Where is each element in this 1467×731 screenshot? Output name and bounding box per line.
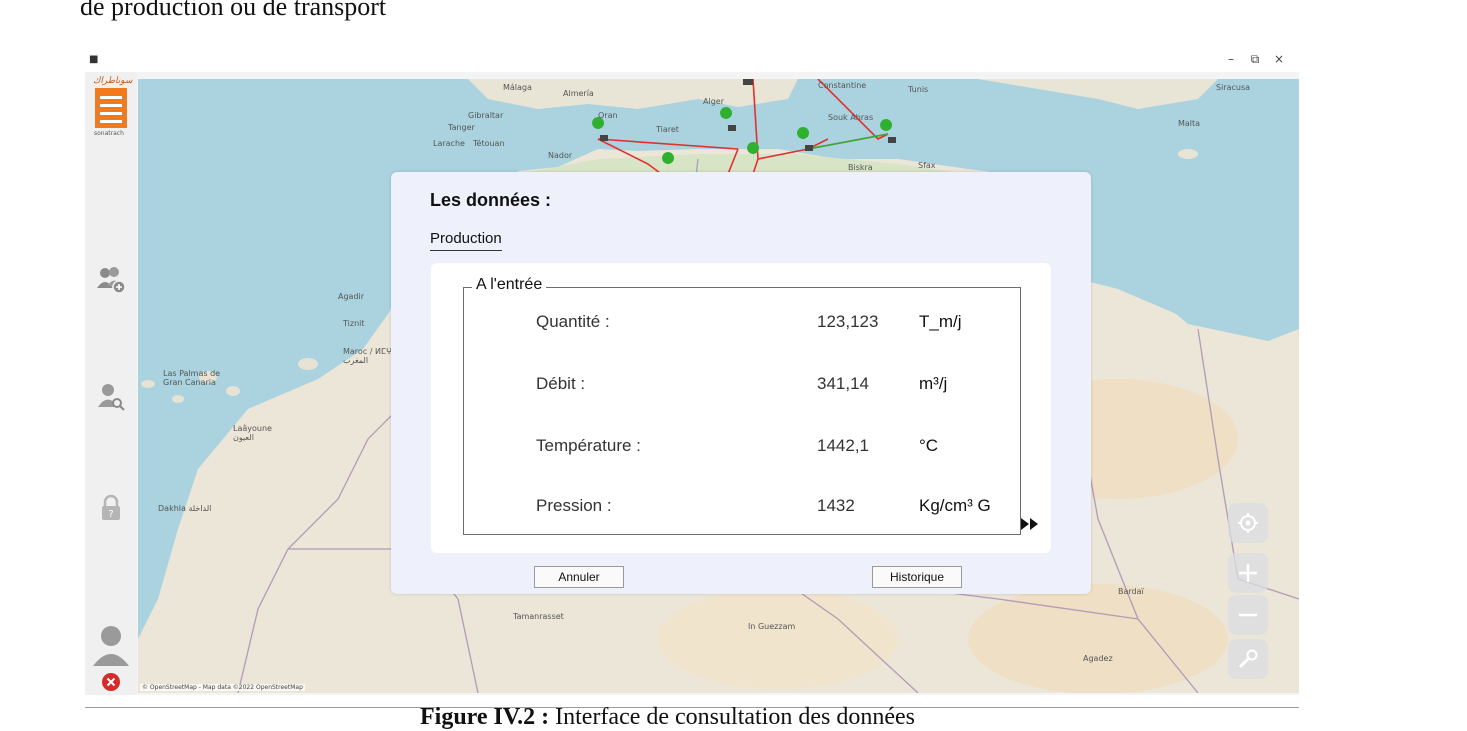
data-panel: A l'entrée Quantité : 123,123 T_m/j Débi… (431, 263, 1051, 553)
map-label: In Guezzam (748, 622, 796, 631)
flow-unit: m³/j (919, 374, 948, 393)
temperature-value: 1442,1 (817, 436, 869, 455)
logo-script: سوناطراك (93, 76, 133, 86)
map-label: Laâyoune العيون (233, 424, 272, 442)
map-label: Tanger (448, 123, 475, 132)
flow-label: Débit : (536, 374, 586, 393)
pressure-value: 1432 (817, 496, 855, 515)
map-label: Agadir (338, 292, 365, 301)
map-label: Larache (433, 139, 465, 148)
locate-icon[interactable] (1228, 503, 1268, 543)
map-label: Tamanrasset (513, 612, 564, 621)
zoom-in-icon[interactable] (1228, 553, 1268, 593)
map-label: Nador (548, 151, 573, 160)
fieldset-legend: A l'entrée (472, 276, 547, 294)
title-bar: ■ – ⧉ × (85, 50, 1299, 72)
map-label: Almería (563, 89, 594, 98)
map-label: Málaga (503, 83, 532, 92)
caption-text: Interface de consultation des données (555, 704, 915, 730)
map-label: Tiaret (656, 125, 679, 134)
user-avatar-icon[interactable] (91, 624, 131, 668)
history-button[interactable]: Historique (872, 566, 962, 588)
map-attribution: © OpenStreetMap - Map data ©2022 OpenStr… (140, 684, 305, 691)
quantity-unit: T_m/j (919, 312, 962, 331)
tab-production[interactable]: Production (430, 230, 502, 251)
map-label: Sfax (918, 161, 936, 170)
data-row-flow: Débit : 341,14 m³/j (464, 374, 1020, 404)
map-label: Souk Ahras (828, 113, 874, 122)
logout-icon[interactable] (101, 672, 121, 692)
lock-icon[interactable]: ? (95, 492, 127, 524)
sonatrach-logo (95, 88, 127, 128)
data-row-temperature: Température : 1442,1 °C (464, 436, 1020, 466)
dialog-title: Les données : (430, 190, 552, 210)
app-icon: ■ (89, 54, 99, 65)
temperature-unit: °C (919, 436, 939, 455)
search-user-icon[interactable] (95, 380, 127, 412)
quantity-label: Quantité : (536, 312, 610, 331)
svg-text:?: ? (108, 509, 113, 520)
data-row-quantity: Quantité : 123,123 T_m/j (464, 312, 1020, 342)
logo-name: sonatrach (94, 130, 124, 137)
map-label: Tunis (908, 85, 929, 94)
map-label: Alger (703, 97, 724, 106)
fast-forward-icon[interactable] (1021, 515, 1039, 534)
sidebar: سوناطراك sonatrach ? (85, 72, 137, 695)
minimize-button[interactable]: – (1222, 52, 1240, 66)
map-label: Agadez (1083, 654, 1113, 663)
quantity-value: 123,123 (817, 312, 879, 331)
pressure-label: Pression : (536, 496, 612, 515)
flow-value: 341,14 (817, 374, 869, 393)
temperature-label: Température : (536, 436, 641, 455)
figure-caption: Figure IV.2 : Interface de consultation … (420, 704, 915, 731)
caption-bold: Figure IV.2 : (420, 704, 556, 730)
map-label: Malta (1178, 119, 1201, 128)
map-label: Constantine (818, 81, 867, 90)
map-label: Siracusa (1216, 83, 1251, 92)
map-label: Bardaï (1118, 587, 1144, 596)
zoom-out-icon[interactable] (1228, 595, 1268, 635)
close-button[interactable]: × (1270, 52, 1288, 66)
map-label: Las Palmas de Gran Canaria (163, 369, 221, 387)
maximize-button[interactable]: ⧉ (1246, 52, 1264, 67)
add-user-icon[interactable] (95, 264, 127, 296)
map-label: Tétouan (473, 139, 505, 148)
map-label: Gibraltar (468, 111, 504, 120)
tools-icon[interactable] (1228, 639, 1268, 679)
map-label: Oran (598, 111, 618, 120)
data-row-pressure: Pression : 1432 Kg/cm³ G (464, 496, 1020, 526)
entry-fieldset: A l'entrée Quantité : 123,123 T_m/j Débi… (463, 276, 1021, 535)
map-label: Dakhla الداخلة (158, 504, 212, 513)
data-dialog: Les données : Production A l'entrée Quan… (391, 172, 1091, 594)
document-top-text: de production ou de transport (80, 0, 387, 21)
map-label: Tiznit (343, 319, 365, 328)
cancel-button[interactable]: Annuler (534, 566, 624, 588)
pressure-unit: Kg/cm³ G (919, 496, 991, 515)
map-label: Biskra (848, 163, 873, 172)
